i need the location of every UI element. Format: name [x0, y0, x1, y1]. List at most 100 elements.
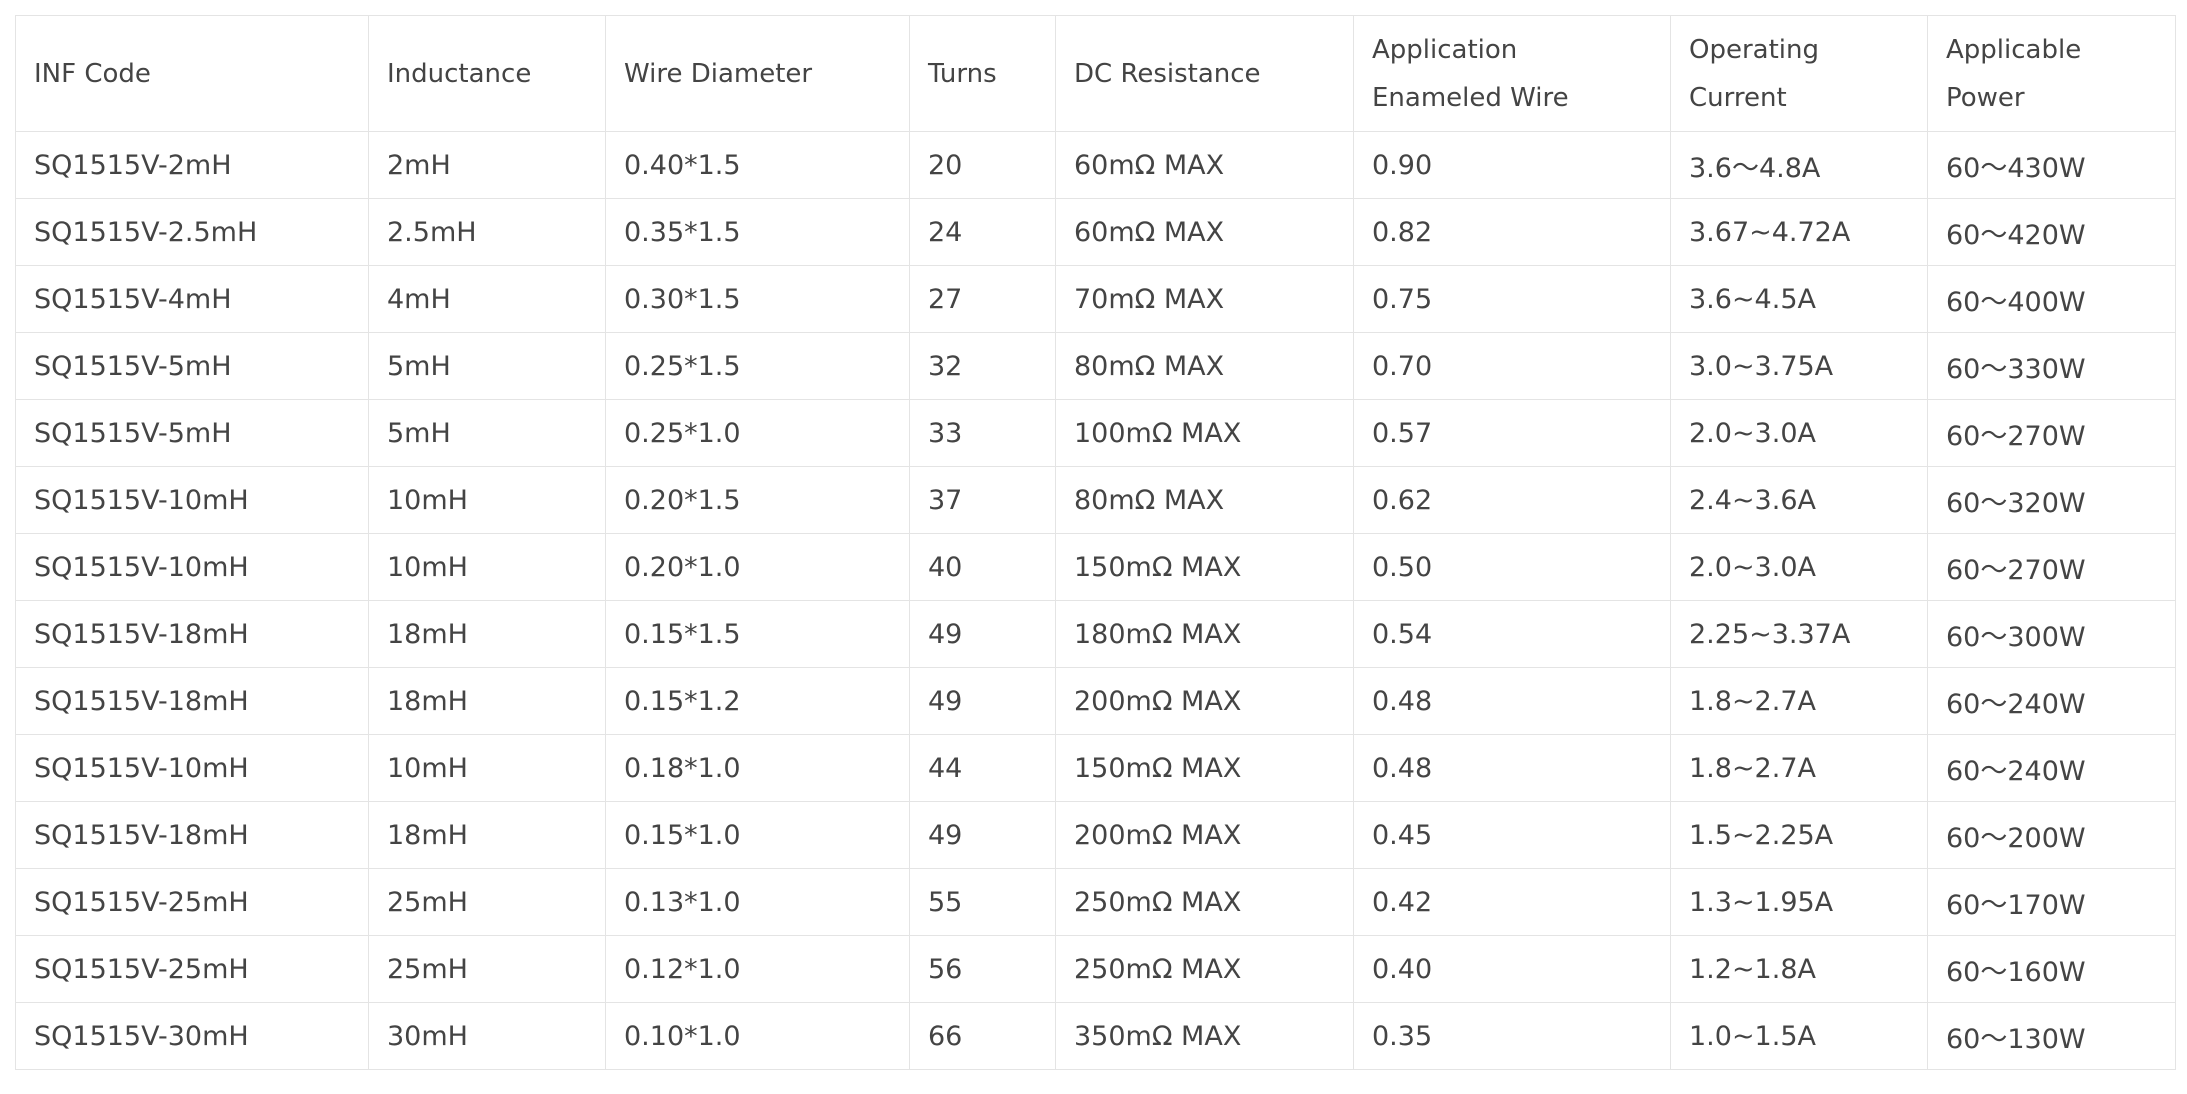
cell-inductance: 18mH: [368, 667, 606, 735]
cell-enameled-wire: 0.57: [1353, 399, 1671, 467]
header-label: Enameled Wire: [1372, 82, 1569, 113]
cell-wire-diameter: 0.18*1.0: [605, 734, 910, 802]
cell-operating-current: 2.0~3.0A: [1670, 533, 1928, 601]
cell-wire-diameter: 0.13*1.0: [605, 868, 910, 936]
cell-inf-code: SQ1515V-25mH: [15, 935, 369, 1003]
cell-inf-code: SQ1515V-18mH: [15, 667, 369, 735]
cell-turns: 49: [909, 801, 1056, 869]
cell-wire-diameter: 0.20*1.5: [605, 466, 910, 534]
cell-enameled-wire: 0.54: [1353, 600, 1671, 668]
cell-inductance: 5mH: [368, 332, 606, 400]
cell-dc-resistance: 70mΩ MAX: [1055, 265, 1354, 333]
cell-applicable-power: 60～330W: [1927, 332, 2176, 400]
cell-turns: 55: [909, 868, 1056, 936]
cell-applicable-power: 60～270W: [1927, 533, 2176, 601]
cell-operating-current: 1.2~1.8A: [1670, 935, 1928, 1003]
cell-wire-diameter: 0.40*1.5: [605, 131, 910, 199]
cell-applicable-power: 60～200W: [1927, 801, 2176, 869]
cell-enameled-wire: 0.82: [1353, 198, 1671, 266]
cell-inductance: 18mH: [368, 600, 606, 668]
header-label: Operating: [1689, 34, 1819, 65]
cell-turns: 27: [909, 265, 1056, 333]
cell-turns: 56: [909, 935, 1056, 1003]
table-row: SQ1515V-5mH 5mH 0.25*1.5 32 80mΩ MAX 0.70 3.0~…: [15, 332, 2176, 400]
cell-wire-diameter: 0.20*1.0: [605, 533, 910, 601]
table-header-row: INF Code Inductance Wire Diameter Turns DC R…: [15, 15, 2176, 132]
cell-applicable-power: 60～160W: [1927, 935, 2176, 1003]
table-body: SQ1515V-2mH 2mH 0.40*1.5 20 60mΩ MAX 0.90 3.6～…: [15, 131, 2176, 1070]
header-label: DC Resistance: [1074, 58, 1261, 89]
cell-applicable-power: 60～170W: [1927, 868, 2176, 936]
table-row: SQ1515V-25mH 25mH 0.13*1.0 55 250mΩ MAX 0.42 1…: [15, 868, 2176, 936]
cell-operating-current: 1.8~2.7A: [1670, 734, 1928, 802]
header-label: INF Code: [34, 58, 151, 89]
cell-wire-diameter: 0.15*1.2: [605, 667, 910, 735]
cell-enameled-wire: 0.40: [1353, 935, 1671, 1003]
cell-enameled-wire: 0.45: [1353, 801, 1671, 869]
cell-dc-resistance: 60mΩ MAX: [1055, 131, 1354, 199]
cell-inductance: 30mH: [368, 1002, 606, 1070]
cell-operating-current: 2.25~3.37A: [1670, 600, 1928, 668]
header-dc-resistance: DC Resistance: [1055, 15, 1354, 132]
cell-inductance: 10mH: [368, 466, 606, 534]
cell-dc-resistance: 180mΩ MAX: [1055, 600, 1354, 668]
cell-dc-resistance: 150mΩ MAX: [1055, 533, 1354, 601]
header-applicable-power: Applicable Power: [1927, 15, 2176, 132]
cell-turns: 66: [909, 1002, 1056, 1070]
cell-applicable-power: 60～240W: [1927, 734, 2176, 802]
header-inductance: Inductance: [368, 15, 606, 132]
cell-dc-resistance: 80mΩ MAX: [1055, 332, 1354, 400]
cell-turns: 32: [909, 332, 1056, 400]
cell-dc-resistance: 100mΩ MAX: [1055, 399, 1354, 467]
cell-operating-current: 1.0~1.5A: [1670, 1002, 1928, 1070]
cell-inductance: 10mH: [368, 533, 606, 601]
cell-enameled-wire: 0.35: [1353, 1002, 1671, 1070]
cell-applicable-power: 60～240W: [1927, 667, 2176, 735]
spec-table-container: INF Code Inductance Wire Diameter Turns DC R…: [15, 15, 2176, 1070]
cell-applicable-power: 60～320W: [1927, 466, 2176, 534]
cell-wire-diameter: 0.15*1.0: [605, 801, 910, 869]
cell-enameled-wire: 0.70: [1353, 332, 1671, 400]
table-row: SQ1515V-2.5mH 2.5mH 0.35*1.5 24 60mΩ MAX 0.82…: [15, 198, 2176, 266]
cell-turns: 37: [909, 466, 1056, 534]
cell-wire-diameter: 0.10*1.0: [605, 1002, 910, 1070]
header-label: Wire Diameter: [624, 58, 813, 89]
cell-inf-code: SQ1515V-18mH: [15, 801, 369, 869]
cell-operating-current: 3.0~3.75A: [1670, 332, 1928, 400]
cell-dc-resistance: 250mΩ MAX: [1055, 868, 1354, 936]
cell-wire-diameter: 0.25*1.5: [605, 332, 910, 400]
cell-inf-code: SQ1515V-25mH: [15, 868, 369, 936]
table-row: SQ1515V-4mH 4mH 0.30*1.5 27 70mΩ MAX 0.75 3.6~…: [15, 265, 2176, 333]
cell-inf-code: SQ1515V-4mH: [15, 265, 369, 333]
cell-inf-code: SQ1515V-10mH: [15, 734, 369, 802]
header-label: Applicable: [1946, 34, 2082, 65]
cell-wire-diameter: 0.12*1.0: [605, 935, 910, 1003]
cell-inductance: 25mH: [368, 868, 606, 936]
cell-inf-code: SQ1515V-5mH: [15, 399, 369, 467]
cell-applicable-power: 60～130W: [1927, 1002, 2176, 1070]
spec-table: INF Code Inductance Wire Diameter Turns DC R…: [15, 15, 2176, 1070]
table-row: SQ1515V-30mH 30mH 0.10*1.0 66 350mΩ MAX 0.35 1…: [15, 1002, 2176, 1070]
cell-inductance: 18mH: [368, 801, 606, 869]
cell-inf-code: SQ1515V-5mH: [15, 332, 369, 400]
cell-turns: 49: [909, 600, 1056, 668]
cell-inductance: 2mH: [368, 131, 606, 199]
table-row: SQ1515V-5mH 5mH 0.25*1.0 33 100mΩ MAX 0.57 2.0…: [15, 399, 2176, 467]
cell-turns: 24: [909, 198, 1056, 266]
header-inf-code: INF Code: [15, 15, 369, 132]
header-operating-current: Operating Current: [1670, 15, 1928, 132]
cell-wire-diameter: 0.30*1.5: [605, 265, 910, 333]
table-row: SQ1515V-10mH 10mH 0.20*1.5 37 80mΩ MAX 0.62 2.…: [15, 466, 2176, 534]
header-label: Inductance: [387, 58, 532, 89]
header-turns: Turns: [909, 15, 1056, 132]
cell-inductance: 4mH: [368, 265, 606, 333]
cell-applicable-power: 60～430W: [1927, 131, 2176, 199]
header-label: Power: [1946, 82, 2025, 113]
cell-inf-code: SQ1515V-2.5mH: [15, 198, 369, 266]
cell-turns: 40: [909, 533, 1056, 601]
cell-turns: 49: [909, 667, 1056, 735]
cell-wire-diameter: 0.15*1.5: [605, 600, 910, 668]
cell-applicable-power: 60～420W: [1927, 198, 2176, 266]
table-row: SQ1515V-18mH 18mH 0.15*1.0 49 200mΩ MAX 0.45 1…: [15, 801, 2176, 869]
cell-enameled-wire: 0.75: [1353, 265, 1671, 333]
